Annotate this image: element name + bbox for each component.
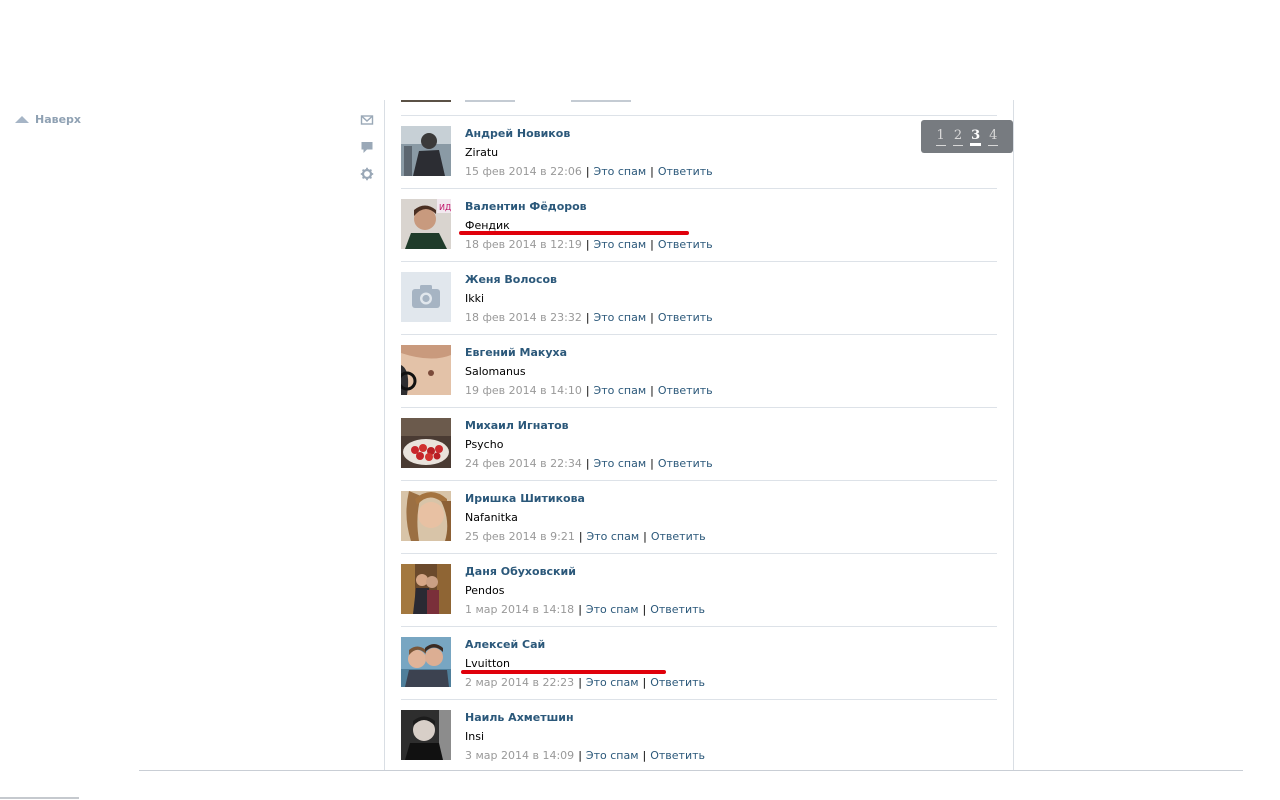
spam-link[interactable]: Это спам [594, 238, 647, 251]
pager: 1 2 3 4 [921, 120, 1013, 153]
comment-author[interactable]: Наиль Ахметшин [465, 711, 574, 724]
comment-meta: 18 фев 2014 в 23:32 | Это спам | Ответить [465, 311, 713, 324]
partial-avatar [401, 100, 451, 102]
comment-author[interactable]: Женя Волосов [465, 273, 557, 286]
comment-row: Иришка Шитикова Nafanitka 25 фев 2014 в … [401, 481, 997, 554]
comment-row: ИД Валентин Фёдоров Фендик 18 фев 2014 в… [401, 189, 997, 262]
side-icon-column [360, 113, 376, 194]
comment-author[interactable]: Иришка Шитикова [465, 492, 585, 505]
spam-link[interactable]: Это спам [594, 165, 647, 178]
page-link-4[interactable]: 4 [988, 128, 999, 146]
reply-link[interactable]: Ответить [658, 311, 713, 324]
comment-date: 1 мар 2014 в 14:18 [465, 603, 575, 616]
comment-text: Pendos [465, 584, 505, 597]
comment-meta: 2 мар 2014 в 22:23 | Это спам | Ответить [465, 676, 705, 689]
spam-link[interactable]: Это спам [594, 384, 647, 397]
comment-row: Михаил Игнатов Psycho 24 фев 2014 в 22:3… [401, 408, 997, 481]
corner-divider [0, 797, 79, 799]
comment-meta: 18 фев 2014 в 12:19 | Это спам | Ответить [465, 238, 713, 251]
reply-link[interactable]: Ответить [650, 749, 705, 762]
gear-icon[interactable] [360, 167, 374, 181]
to-top-label: Наверх [35, 113, 82, 126]
red-underline [461, 670, 666, 674]
comment-text: Nafanitka [465, 511, 518, 524]
avatar[interactable] [401, 345, 451, 395]
comment-row: Андрей Новиков Ziratu 15 фев 2014 в 22:0… [401, 116, 997, 189]
avatar[interactable] [401, 564, 451, 614]
avatar[interactable] [401, 491, 451, 541]
avatar[interactable] [401, 637, 451, 687]
reply-link[interactable]: Ответить [658, 384, 713, 397]
comment-text: Lvuitton [465, 657, 510, 670]
to-top-link[interactable]: Наверх [15, 113, 81, 126]
svg-text:ИД: ИД [439, 203, 451, 212]
comment-meta: 3 мар 2014 в 14:09 | Это спам | Ответить [465, 749, 705, 762]
partial-comment-row [401, 100, 997, 116]
comment-row: Наиль Ахметшин Insi 3 мар 2014 в 14:09 | Э… [401, 700, 997, 770]
comment-author[interactable]: Евгений Макуха [465, 346, 567, 359]
reply-link[interactable]: Ответить [650, 603, 705, 616]
avatar[interactable]: ИД [401, 199, 451, 249]
comment-text: Salomanus [465, 365, 526, 378]
comment-meta: 24 фев 2014 в 22:34 | Это спам | Ответить [465, 457, 713, 470]
comment-date: 15 фев 2014 в 22:06 [465, 165, 582, 178]
comment-author[interactable]: Даня Обуховский [465, 565, 576, 578]
reply-link[interactable]: Ответить [658, 165, 713, 178]
reply-link[interactable]: Ответить [658, 238, 713, 251]
comment-row: Евгений Макуха Salomanus 19 фев 2014 в 1… [401, 335, 997, 408]
comment-date: 2 мар 2014 в 22:23 [465, 676, 575, 689]
comment-text: Psycho [465, 438, 504, 451]
reply-link[interactable]: Ответить [651, 530, 706, 543]
comment-row: Женя Волосов Ikki 18 фев 2014 в 23:32 | Эт… [401, 262, 997, 335]
comment-meta: 1 мар 2014 в 14:18 | Это спам | Ответить [465, 603, 705, 616]
comment-date: 18 фев 2014 в 23:32 [465, 311, 582, 324]
spam-link[interactable]: Это спам [586, 603, 639, 616]
comments-panel: Андрей Новиков Ziratu 15 фев 2014 в 22:0… [384, 100, 1014, 770]
red-underline [459, 231, 689, 235]
spam-link[interactable]: Это спам [594, 457, 647, 470]
comment-text: Ziratu [465, 146, 499, 159]
avatar[interactable] [401, 710, 451, 760]
bottom-divider [139, 770, 1243, 771]
comment-author[interactable]: Михаил Игнатов [465, 419, 569, 432]
comment-meta: 25 фев 2014 в 9:21 | Это спам | Ответить [465, 530, 706, 543]
page-link-2[interactable]: 2 [952, 128, 964, 146]
comment-text: Insi [465, 730, 485, 743]
avatar[interactable] [401, 418, 451, 468]
comment-date: 3 мар 2014 в 14:09 [465, 749, 575, 762]
spam-link[interactable]: Это спам [586, 676, 639, 689]
comment-meta: 19 фев 2014 в 14:10 | Это спам | Ответить [465, 384, 713, 397]
avatar[interactable] [401, 126, 451, 176]
comment-list: Андрей Новиков Ziratu 15 фев 2014 в 22:0… [401, 116, 997, 770]
comment-date: 24 фев 2014 в 22:34 [465, 457, 582, 470]
spam-link[interactable]: Это спам [587, 530, 640, 543]
comment-meta: 15 фев 2014 в 22:06 | Это спам | Ответить [465, 165, 713, 178]
envelope-icon[interactable] [360, 113, 374, 127]
spam-link[interactable]: Это спам [594, 311, 647, 324]
arrow-up-icon [15, 116, 29, 123]
page-link-1[interactable]: 1 [935, 128, 946, 146]
reply-link[interactable]: Ответить [658, 457, 713, 470]
avatar[interactable] [401, 272, 451, 322]
comment-author[interactable]: Валентин Фёдоров [465, 200, 587, 213]
comment-date: 19 фев 2014 в 14:10 [465, 384, 582, 397]
comment-date: 25 фев 2014 в 9:21 [465, 530, 575, 543]
reply-link[interactable]: Ответить [650, 676, 705, 689]
comment-date: 18 фев 2014 в 12:19 [465, 238, 582, 251]
comment-row: Алексей Сай Lvuitton 2 мар 2014 в 22:23 |… [401, 627, 997, 700]
comment-icon[interactable] [360, 140, 374, 154]
comment-row: Даня Обуховский Pendos 1 мар 2014 в 14:1… [401, 554, 997, 627]
comment-text: Ikki [465, 292, 485, 305]
page-link-current[interactable]: 3 [970, 128, 982, 146]
spam-link[interactable]: Это спам [586, 749, 639, 762]
comment-author[interactable]: Алексей Сай [465, 638, 545, 651]
comment-author[interactable]: Андрей Новиков [465, 127, 570, 140]
